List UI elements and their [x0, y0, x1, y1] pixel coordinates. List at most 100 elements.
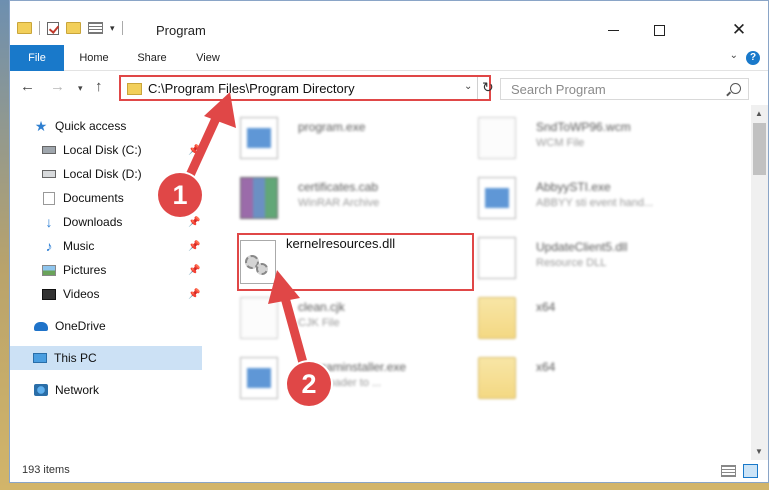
toolbar-divider [121, 21, 123, 35]
sidebar-item-label: Videos [63, 287, 100, 301]
sidebar-item-label: Music [63, 239, 95, 253]
sidebar-item-label: Documents [63, 191, 124, 205]
sidebar-item-downloads[interactable]: ↓ Downloads [42, 210, 123, 234]
documents-icon [42, 191, 56, 205]
forward-arrow-icon[interactable]: → [50, 78, 65, 95]
properties-check-icon[interactable] [47, 21, 59, 35]
file-item[interactable]: programinstaller.exe Downloader to ... [228, 351, 468, 403]
file-item[interactable]: certificates.cab WinRAR Archive [228, 171, 468, 223]
minimize-button[interactable] [590, 15, 636, 45]
file-item[interactable]: SndToWP96.wcm WCM File [466, 111, 706, 163]
file-type: WinRAR Archive [298, 197, 380, 209]
sidebar-item-onedrive[interactable]: OneDrive [34, 314, 106, 338]
gear-icon [256, 263, 268, 275]
file-item[interactable]: UpdateClient5.dll Resource DLL [466, 231, 706, 283]
close-icon: ✕ [731, 20, 747, 39]
pin-icon[interactable]: 📌 [188, 145, 200, 156]
music-icon: ♪ [45, 238, 53, 254]
maximize-button[interactable] [636, 15, 682, 45]
maximize-icon [653, 24, 665, 36]
scroll-down-arrow-icon[interactable]: ▼ [755, 447, 763, 456]
customize-toolbar-chevron-icon[interactable]: ▾ [110, 23, 115, 34]
sidebar-item-local-disk-d[interactable]: Local Disk (D:) [42, 162, 142, 186]
file-type: ABBYY sti event hand... [536, 197, 654, 209]
archive-file-icon [240, 177, 278, 219]
file-name: SndToWP96.wcm [536, 120, 631, 134]
large-icons-view-icon[interactable] [743, 464, 758, 478]
vertical-scrollbar[interactable]: ▲ ▼ [751, 105, 768, 460]
highlighted-file-name[interactable]: kernelresources.dll [286, 236, 395, 251]
sidebar-item-label: Quick access [55, 119, 127, 133]
pin-icon[interactable]: 📌 [188, 217, 200, 228]
navigation-bar: ← → ▾ ↑ C:\Program Files\Program Directo… [10, 73, 768, 105]
address-dropdown-chevron-icon[interactable]: ⌄ [464, 81, 472, 92]
blank-file-icon [240, 297, 278, 339]
back-arrow-icon[interactable]: ← [20, 78, 35, 95]
tab-view[interactable]: View [190, 45, 226, 71]
item-count: 193 items [22, 464, 70, 476]
toolbar-divider [39, 21, 40, 35]
computer-icon [33, 352, 47, 365]
search-placeholder: Search Program [511, 82, 606, 97]
sidebar-item-local-disk-c[interactable]: Local Disk (C:) [42, 138, 142, 162]
window-title: Program [156, 23, 206, 38]
file-name: certificates.cab [298, 180, 379, 194]
tab-file[interactable]: File [10, 45, 64, 71]
sidebar-item-label: Pictures [63, 263, 107, 277]
callout-step-2: 2 [287, 362, 331, 406]
minimize-icon [607, 29, 619, 31]
file-item[interactable]: program.exe [228, 111, 468, 163]
sidebar-item-label: Downloads [63, 215, 123, 229]
file-name: program.exe [298, 120, 366, 134]
file-item[interactable]: x64 [466, 291, 706, 343]
folder-icon[interactable] [17, 22, 32, 34]
cloud-icon [34, 320, 48, 333]
disk-icon [42, 144, 56, 157]
dll-file-icon [478, 237, 516, 279]
download-icon: ↓ [45, 214, 53, 230]
sidebar-item-pictures[interactable]: Pictures [42, 258, 106, 282]
video-icon [42, 288, 56, 301]
scroll-up-arrow-icon[interactable]: ▲ [755, 109, 763, 118]
refresh-icon[interactable]: ↻ [482, 79, 494, 96]
pictures-icon [42, 264, 56, 277]
up-arrow-icon[interactable]: ↑ [95, 78, 103, 95]
search-input[interactable]: Search Program [500, 78, 749, 100]
folder-icon [478, 357, 516, 399]
tab-share[interactable]: Share [132, 45, 172, 71]
pin-icon[interactable]: 📌 [188, 265, 200, 276]
address-bar[interactable]: C:\Program Files\Program Directory ⌄ ↻ [119, 75, 494, 101]
exe-file-icon [240, 117, 278, 159]
file-name: x64 [536, 360, 556, 374]
pin-icon[interactable]: 📌 [188, 241, 200, 252]
sidebar-item-videos[interactable]: Videos [42, 282, 99, 306]
close-button[interactable]: ✕ [716, 15, 762, 45]
tab-home[interactable]: Home [74, 45, 114, 71]
address-path[interactable]: C:\Program Files\Program Directory [148, 81, 355, 96]
search-icon[interactable] [730, 83, 741, 94]
quick-access-toolbar: ▾ [17, 21, 123, 35]
help-icon[interactable]: ? [746, 51, 760, 65]
sidebar-item-label: Local Disk (C:) [63, 143, 142, 157]
callout-step-1: 1 [158, 173, 202, 217]
properties-icon[interactable] [88, 22, 103, 34]
scrollbar-thumb[interactable] [753, 123, 766, 175]
sidebar-item-quick-access[interactable]: ★ Quick access [34, 114, 127, 138]
recent-locations-chevron-icon[interactable]: ▾ [78, 83, 83, 94]
file-item[interactable]: x64 [466, 351, 706, 403]
address-divider [477, 77, 478, 99]
new-folder-icon[interactable] [66, 22, 81, 34]
pin-icon[interactable]: 📌 [188, 289, 200, 300]
details-view-icon[interactable] [721, 465, 736, 477]
file-item[interactable]: AbbyySTI.exe ABBYY sti event hand... [466, 171, 706, 223]
sidebar-item-network[interactable]: Network [34, 378, 99, 402]
file-type: CJK File [298, 317, 340, 329]
dll-file-icon [240, 240, 276, 284]
sidebar-item-label: OneDrive [55, 319, 106, 333]
file-item[interactable]: clean.cjk CJK File [228, 291, 468, 343]
sidebar-item-documents[interactable]: Documents [42, 186, 124, 210]
sidebar-item-music[interactable]: ♪ Music [42, 234, 95, 258]
expand-ribbon-chevron-icon[interactable]: ⌄ [730, 50, 738, 61]
file-name: x64 [536, 300, 556, 314]
sidebar-item-this-pc[interactable]: This PC [10, 346, 202, 370]
